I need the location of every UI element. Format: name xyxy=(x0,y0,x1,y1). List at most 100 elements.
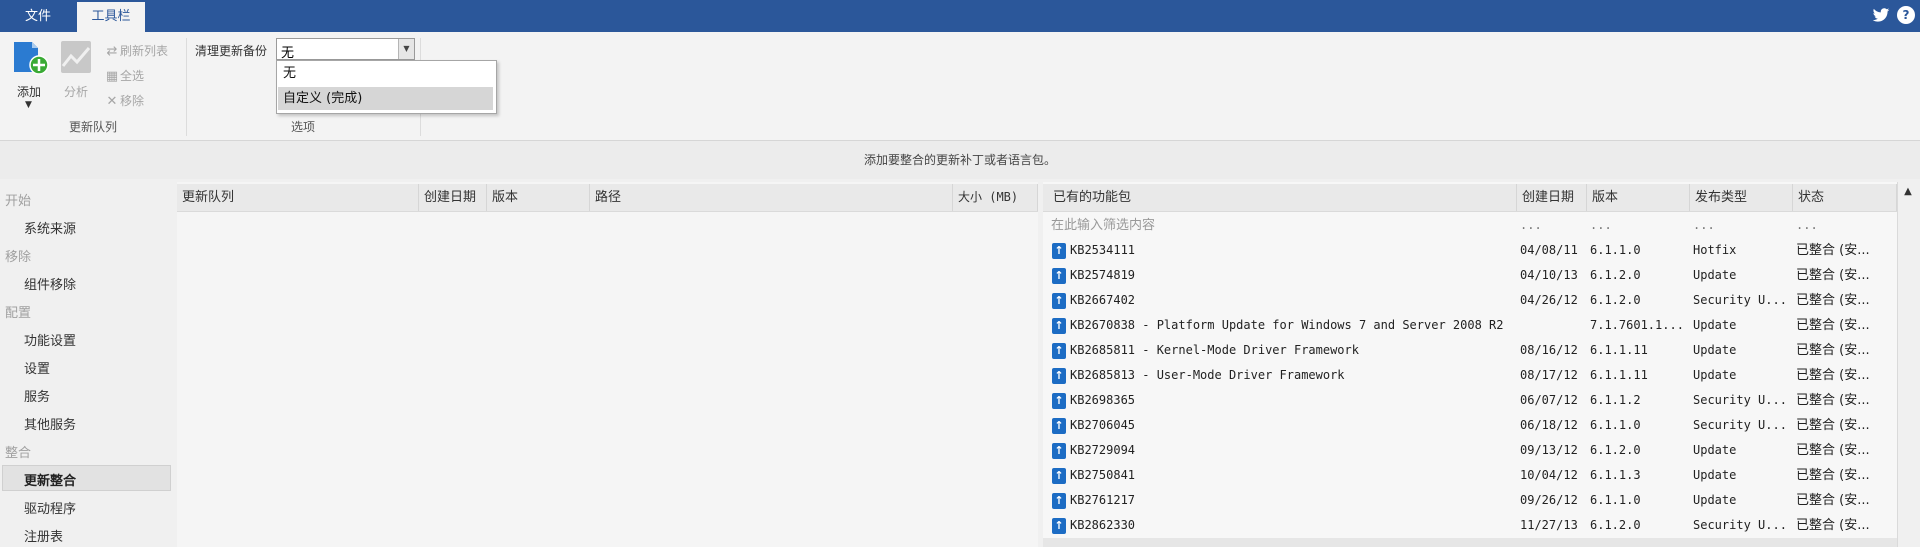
filter-date[interactable]: ... xyxy=(1520,213,1542,238)
refresh-label: 刷新列表 xyxy=(120,44,169,58)
cell-status: 已整合 (安... xyxy=(1796,393,1870,408)
cell-status: 已整合 (安... xyxy=(1796,443,1870,458)
info-banner: 添加要整合的更新补丁或者语言包。 xyxy=(0,141,1920,179)
add-label[interactable]: 添加 xyxy=(17,83,41,100)
sidebar-header-remove: 移除 xyxy=(5,250,32,265)
sidebar-item-feature-settings[interactable]: 功能设置 xyxy=(24,330,76,349)
sidebar-header-config: 配置 xyxy=(5,306,32,321)
queue-group-label: 更新队列 xyxy=(68,120,117,134)
sidebar-item-settings[interactable]: 设置 xyxy=(24,358,50,377)
cell-version: 6.1.1.3 xyxy=(1590,468,1641,482)
cell-version: 6.1.1.0 xyxy=(1590,493,1641,507)
analyze-button[interactable] xyxy=(60,40,94,76)
table-row[interactable]: ↑ KB2750841 10/04/12 6.1.1.3 Update 已整合 (安... xyxy=(1043,463,1897,488)
cell-type: Security U... xyxy=(1693,418,1787,432)
sidebar-item-component-removal[interactable]: 组件移除 xyxy=(24,274,76,293)
scroll-up-arrow-icon[interactable]: ▲ xyxy=(1900,184,1916,200)
packages-header-type[interactable]: 发布类型 xyxy=(1690,184,1793,211)
table-row[interactable]: ↑ KB2670838 - Platform Update for Windows… xyxy=(1043,313,1897,338)
cleanup-combo-value: 无 xyxy=(281,46,295,61)
cleanup-dropdown-list: 无 自定义 (完成) xyxy=(276,60,497,114)
table-row[interactable]: ↑ KB2761217 09/26/12 6.1.1.0 Update 已整合 (安... xyxy=(1043,488,1897,513)
dropdown-option[interactable]: 无 xyxy=(278,62,493,85)
cell-name: KB2667402 xyxy=(1070,293,1136,307)
cell-version: 6.1.2.0 xyxy=(1590,293,1641,307)
cell-status: 已整合 (安... xyxy=(1796,418,1870,433)
add-button[interactable] xyxy=(10,38,52,78)
sidebar-item-system-source[interactable]: 系统来源 xyxy=(24,218,76,237)
chevron-down-icon[interactable]: ▼ xyxy=(398,39,414,59)
cell-date: 06/18/12 xyxy=(1520,418,1578,432)
cleanup-combo[interactable]: 无 ▼ xyxy=(276,38,415,61)
twitter-icon[interactable] xyxy=(1872,6,1890,24)
filter-version[interactable]: ... xyxy=(1590,213,1612,238)
queue-header-name[interactable]: 更新队列 xyxy=(177,184,419,211)
queue-header-date[interactable]: 创建日期 xyxy=(419,184,487,211)
cell-version: 6.1.1.0 xyxy=(1590,418,1641,432)
packages-header-name[interactable]: 已有的功能包 xyxy=(1043,184,1517,211)
update-queue-pane[interactable]: 更新队列 创建日期 版本 路径 大小 (MB) xyxy=(177,182,1038,547)
sidebar-item-other-services[interactable]: 其他服务 xyxy=(24,414,76,433)
queue-header-version[interactable]: 版本 xyxy=(487,184,590,211)
table-row[interactable]: ↑ KB2729094 09/13/12 6.1.2.0 Update 已整合 (安... xyxy=(1043,438,1897,463)
queue-header-size[interactable]: 大小 (MB) xyxy=(953,184,1038,211)
cell-type: Update xyxy=(1693,443,1737,457)
cell-type: Security U... xyxy=(1693,393,1787,407)
title-bar xyxy=(0,0,1920,32)
table-row[interactable]: ↑ KB2574819 04/10/13 6.1.2.0 Update 已整合 (安... xyxy=(1043,263,1897,288)
help-icon[interactable]: ? xyxy=(1897,6,1915,24)
update-package-icon: ↑ xyxy=(1052,318,1066,334)
cell-status: 已整合 (安... xyxy=(1796,368,1870,383)
cell-date: 04/08/11 xyxy=(1520,243,1578,257)
queue-header-path[interactable]: 路径 xyxy=(590,184,953,211)
filter-input[interactable]: 在此输入筛选内容 xyxy=(1051,213,1511,238)
packages-header-date[interactable]: 创建日期 xyxy=(1517,184,1587,211)
cell-version: 6.1.1.2 xyxy=(1590,393,1641,407)
analyze-icon xyxy=(61,41,91,73)
add-dropdown-arrow-icon[interactable]: ▼ xyxy=(25,100,32,110)
packages-header-status[interactable]: 状态 xyxy=(1793,184,1897,211)
cell-status: 已整合 (安... xyxy=(1796,468,1870,483)
dropdown-option[interactable]: 自定义 (完成) xyxy=(278,87,493,110)
update-package-icon: ↑ xyxy=(1052,393,1066,409)
packages-scrollbar[interactable]: ▲ xyxy=(1897,182,1920,547)
sidebar-item-services[interactable]: 服务 xyxy=(24,386,50,405)
table-row[interactable]: ↑ KB2698365 06/07/12 6.1.1.2 Security U... 已整… xyxy=(1043,388,1897,413)
cell-version: 6.1.2.0 xyxy=(1590,268,1641,282)
analyze-label[interactable]: 分析 xyxy=(64,83,88,100)
tab-tools[interactable]: 工具栏 xyxy=(77,2,145,32)
cell-date: 08/17/12 xyxy=(1520,368,1578,382)
sidebar-item-registry[interactable]: 注册表 xyxy=(24,526,63,545)
table-row[interactable]: ↑ KB2706045 06/18/12 6.1.1.0 Security U... 已整… xyxy=(1043,413,1897,438)
table-row[interactable]: ↑ KB2667402 04/26/12 6.1.2.0 Security U... 已整… xyxy=(1043,288,1897,313)
cell-name: KB2685813 - User-Mode Driver Framework xyxy=(1070,368,1345,382)
cell-name: KB2574819 xyxy=(1070,268,1136,282)
cell-name: KB2761217 xyxy=(1070,493,1136,507)
cell-version: 6.1.1.11 xyxy=(1590,368,1648,382)
update-package-icon: ↑ xyxy=(1052,418,1066,434)
table-row[interactable]: ↑ KB2862330 11/27/13 6.1.2.0 Security U... 已整… xyxy=(1043,513,1897,538)
cleanup-label: 清理更新备份 xyxy=(195,44,268,58)
remove-button[interactable]: ✕ 移除 xyxy=(104,92,144,109)
cell-version: 6.1.2.0 xyxy=(1590,443,1641,457)
sidebar-item-update-integration[interactable]: 更新整合 xyxy=(24,470,76,489)
update-package-icon: ↑ xyxy=(1052,468,1066,484)
cell-name: KB2670838 - Platform Update for Windows … xyxy=(1070,318,1504,332)
table-row[interactable]: ↑ KB2685813 - User-Mode Driver Framework 0… xyxy=(1043,363,1897,388)
filter-status[interactable]: ... xyxy=(1796,213,1818,238)
tab-file[interactable]: 文件 xyxy=(0,0,76,32)
sidebar-header-integrate: 整合 xyxy=(5,446,32,461)
refresh-button[interactable]: ⇄ 刷新列表 xyxy=(104,42,168,59)
select-all-button[interactable]: ▦ 全选 xyxy=(104,67,144,84)
cell-status: 已整合 (安... xyxy=(1796,518,1870,533)
filter-type[interactable]: ... xyxy=(1693,213,1715,238)
remove-label: 移除 xyxy=(120,94,145,108)
packages-header-version[interactable]: 版本 xyxy=(1587,184,1690,211)
cell-name: KB2750841 xyxy=(1070,468,1136,482)
table-row[interactable]: ↑ KB2685811 - Kernel-Mode Driver Framewor… xyxy=(1043,338,1897,363)
sidebar-header-start: 开始 xyxy=(5,194,32,209)
sidebar-item-drivers[interactable]: 驱动程序 xyxy=(24,498,76,517)
table-row[interactable]: ↑ KB2534111 04/08/11 6.1.1.0 Hotfix 已整合 (安... xyxy=(1043,238,1897,263)
cell-status: 已整合 (安... xyxy=(1796,243,1870,258)
cell-status: 已整合 (安... xyxy=(1796,343,1870,358)
